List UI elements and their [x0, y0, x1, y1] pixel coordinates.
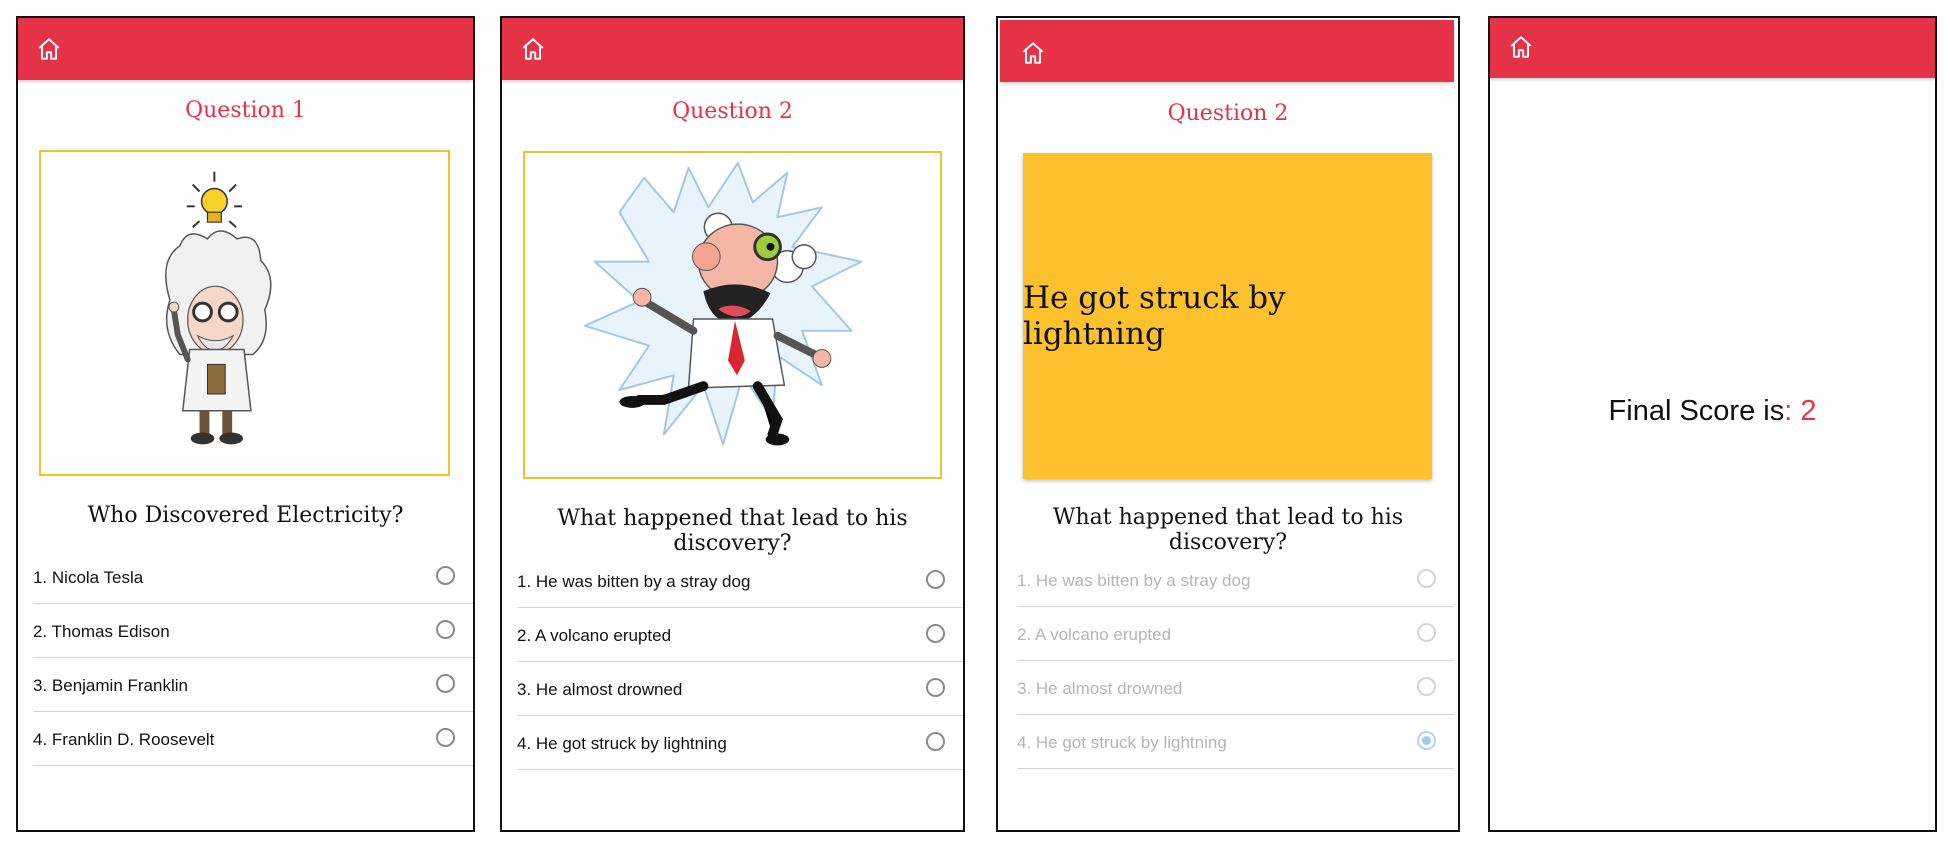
home-icon[interactable]	[1508, 34, 1534, 60]
radio-button	[1417, 623, 1436, 642]
option-1[interactable]: 1. Nicola Tesla	[33, 550, 473, 604]
option-label: 2. A volcano erupted	[517, 626, 672, 645]
option-1: 1. He was bitten by a stray dog	[1017, 553, 1454, 607]
home-icon[interactable]	[36, 36, 62, 62]
option-label: 3. He almost drowned	[517, 680, 683, 699]
option-4[interactable]: 4. He got struck by lightning	[517, 716, 963, 770]
question-text: What happened that lead to his discovery…	[557, 506, 908, 556]
radio-button[interactable]	[436, 620, 455, 639]
option-2: 2. A volcano erupted	[1017, 607, 1454, 661]
radio-button[interactable]	[436, 566, 455, 585]
radio-button[interactable]	[926, 732, 945, 751]
option-label: 2. A volcano erupted	[1017, 625, 1172, 644]
final-score-value: 2	[1800, 395, 1817, 427]
option-label: 3. He almost drowned	[1017, 679, 1183, 698]
screen-question-2: Question 2 What happened that lead to hi…	[500, 16, 965, 832]
screen-final-score: Final Score is: 2	[1488, 16, 1937, 832]
option-label: 1. He was bitten by a stray dog	[517, 572, 751, 591]
option-3[interactable]: 3. He almost drowned	[517, 662, 963, 716]
option-4: 4. He got struck by lightning	[1017, 715, 1454, 769]
question-image	[39, 150, 450, 476]
option-label: 4. He got struck by lightning	[517, 734, 727, 753]
screen-question-2-answered: Question 2 He got struck by lightning Wh…	[996, 16, 1460, 832]
scientist-electrocuted-illustration	[583, 161, 863, 446]
scientist-lightbulb-illustration	[165, 171, 272, 445]
option-2[interactable]: 2. Thomas Edison	[33, 604, 473, 658]
top-bar	[18, 18, 473, 80]
radio-button[interactable]	[926, 678, 945, 697]
radio-button	[1417, 569, 1436, 588]
option-label: 3. Benjamin Franklin	[33, 676, 188, 695]
option-3[interactable]: 3. Benjamin Franklin	[33, 658, 473, 712]
question-title: Question 2	[672, 99, 793, 124]
final-score-separator: :	[1784, 395, 1801, 427]
radio-button	[1417, 677, 1436, 696]
top-bar	[1490, 18, 1935, 78]
final-score-label: Final Score is	[1608, 395, 1785, 427]
question-title: Question 1	[185, 98, 306, 123]
option-4[interactable]: 4. Franklin D. Roosevelt	[33, 712, 473, 766]
answer-options: 1. Nicola Tesla 2. Thomas Edison 3. Benj…	[33, 550, 473, 766]
option-3: 3. He almost drowned	[1017, 661, 1454, 715]
option-1[interactable]: 1. He was bitten by a stray dog	[517, 554, 963, 608]
top-bar	[502, 18, 963, 80]
final-score-text: Final Score is: 2	[1490, 395, 1935, 428]
radio-button[interactable]	[436, 674, 455, 693]
radio-button[interactable]	[926, 570, 945, 589]
option-label: 4. Franklin D. Roosevelt	[33, 730, 215, 749]
radio-button-selected	[1417, 731, 1436, 750]
question-text: Who Discovered Electricity?	[87, 503, 404, 528]
radio-button[interactable]	[436, 728, 455, 747]
home-icon[interactable]	[520, 36, 546, 62]
question-text: What happened that lead to his discovery…	[1052, 505, 1404, 555]
option-label: 1. Nicola Tesla	[33, 568, 144, 587]
radio-button[interactable]	[926, 624, 945, 643]
home-icon[interactable]	[1020, 40, 1046, 66]
answer-options: 1. He was bitten by a stray dog 2. A vol…	[517, 554, 963, 770]
question-image	[523, 151, 942, 479]
option-label: 1. He was bitten by a stray dog	[1017, 571, 1251, 590]
top-bar	[1000, 20, 1454, 82]
option-label: 4. He got struck by lightning	[1017, 733, 1227, 752]
option-label: 2. Thomas Edison	[33, 622, 170, 641]
question-title: Question 2	[1167, 101, 1289, 126]
option-2[interactable]: 2. A volcano erupted	[517, 608, 963, 662]
screen-question-1: Question 1 Who Discovered Electricity? 1…	[16, 16, 475, 832]
answer-options: 1. He was bitten by a stray dog 2. A vol…	[1017, 553, 1454, 769]
answer-card: He got struck by lightning	[1023, 153, 1432, 479]
